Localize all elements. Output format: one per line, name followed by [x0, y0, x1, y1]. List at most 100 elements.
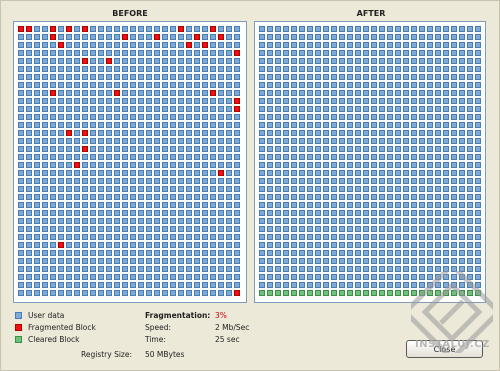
user-data-block	[451, 82, 457, 88]
user-data-block	[82, 274, 88, 280]
user-data-block	[467, 138, 473, 144]
user-data-block	[267, 58, 273, 64]
user-data-block	[347, 226, 353, 232]
user-data-block	[331, 258, 337, 264]
user-data-block	[58, 138, 64, 144]
user-data-block	[178, 106, 184, 112]
user-data-block	[443, 138, 449, 144]
user-data-block	[66, 58, 72, 64]
user-data-block	[194, 186, 200, 192]
user-data-block	[411, 130, 417, 136]
user-data-block	[283, 58, 289, 64]
user-data-block	[218, 122, 224, 128]
user-data-block	[363, 154, 369, 160]
user-data-block	[34, 154, 40, 160]
user-data-block	[259, 130, 265, 136]
user-data-block	[210, 82, 216, 88]
user-data-block	[66, 82, 72, 88]
user-data-block	[291, 138, 297, 144]
cleared-block	[307, 290, 313, 296]
user-data-block	[259, 266, 265, 272]
user-data-block	[355, 58, 361, 64]
user-data-block	[154, 194, 160, 200]
user-data-block	[42, 226, 48, 232]
cleared-block	[331, 290, 337, 296]
user-data-block	[98, 90, 104, 96]
user-data-block	[130, 234, 136, 240]
cleared-block	[395, 290, 401, 296]
user-data-block	[34, 42, 40, 48]
user-data-block	[58, 74, 64, 80]
user-data-block	[395, 170, 401, 176]
user-data-block	[138, 266, 144, 272]
user-data-block	[363, 218, 369, 224]
user-data-block	[186, 154, 192, 160]
user-data-block	[178, 50, 184, 56]
user-data-block	[451, 26, 457, 32]
user-data-block	[218, 186, 224, 192]
user-data-block	[210, 242, 216, 248]
user-data-block	[170, 170, 176, 176]
user-data-block	[218, 26, 224, 32]
user-data-block	[339, 58, 345, 64]
user-data-block	[74, 42, 80, 48]
user-data-block	[283, 178, 289, 184]
user-data-block	[435, 194, 441, 200]
user-data-block	[202, 274, 208, 280]
user-data-block	[170, 186, 176, 192]
user-data-block	[475, 210, 481, 216]
user-data-block	[114, 130, 120, 136]
user-data-block	[58, 266, 64, 272]
user-data-block	[226, 50, 232, 56]
user-data-block	[443, 34, 449, 40]
user-data-block	[259, 274, 265, 280]
user-data-block	[427, 74, 433, 80]
user-data-block	[66, 34, 72, 40]
user-data-block	[347, 202, 353, 208]
user-data-block	[339, 242, 345, 248]
user-data-block	[435, 202, 441, 208]
user-data-block	[170, 90, 176, 96]
user-data-block	[411, 210, 417, 216]
user-data-block	[74, 66, 80, 72]
user-data-block	[90, 74, 96, 80]
user-data-block	[419, 74, 425, 80]
user-data-block	[267, 202, 273, 208]
user-data-block	[130, 74, 136, 80]
user-data-block	[98, 162, 104, 168]
user-data-block	[18, 74, 24, 80]
user-data-block	[435, 186, 441, 192]
user-data-block	[218, 146, 224, 152]
user-data-block	[419, 66, 425, 72]
user-data-block	[307, 74, 313, 80]
user-data-block	[82, 50, 88, 56]
user-data-block	[82, 154, 88, 160]
user-data-block	[259, 50, 265, 56]
user-data-block	[26, 34, 32, 40]
user-data-block	[371, 26, 377, 32]
user-data-block	[283, 162, 289, 168]
user-data-block	[138, 114, 144, 120]
user-data-block	[50, 202, 56, 208]
user-data-block	[234, 154, 240, 160]
user-data-block	[226, 250, 232, 256]
user-data-block	[411, 122, 417, 128]
user-data-block	[331, 154, 337, 160]
user-data-block	[411, 282, 417, 288]
user-data-block	[267, 194, 273, 200]
user-data-block	[194, 266, 200, 272]
user-data-block	[355, 114, 361, 120]
user-data-block	[371, 58, 377, 64]
user-data-block	[98, 282, 104, 288]
user-data-block	[162, 194, 168, 200]
user-data-block	[82, 250, 88, 256]
user-data-block	[98, 242, 104, 248]
user-data-block	[162, 90, 168, 96]
user-data-block	[194, 82, 200, 88]
user-data-block	[443, 170, 449, 176]
user-data-block	[443, 154, 449, 160]
user-data-block	[58, 50, 64, 56]
user-data-block	[50, 194, 56, 200]
user-data-block	[26, 66, 32, 72]
user-data-block	[459, 122, 465, 128]
